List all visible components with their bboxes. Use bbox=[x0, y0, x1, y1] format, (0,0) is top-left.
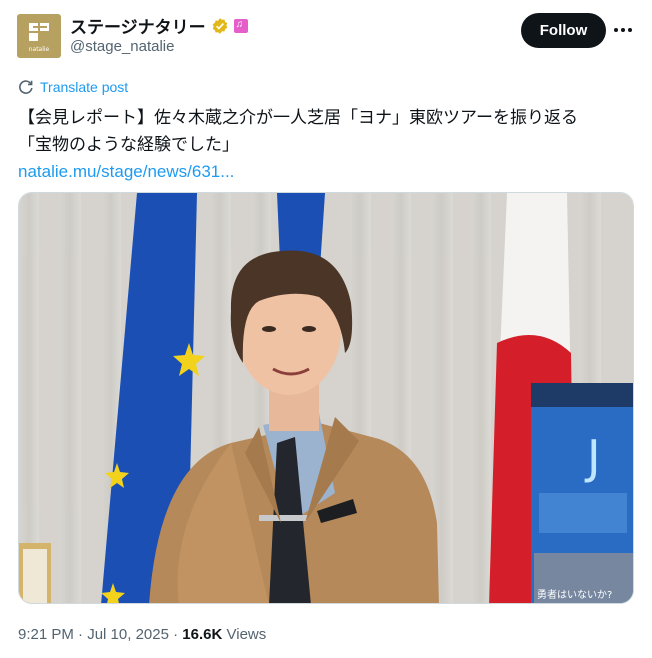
avatar[interactable]: natalie bbox=[17, 14, 61, 58]
post-line-2: 「宝物のような経験でした」 bbox=[18, 135, 239, 154]
poster-headline: J bbox=[584, 430, 601, 484]
post-line-1: 【会見レポート】佐々木蔵之介が一人芝居「ヨナ」東欧ツアーを振り返る bbox=[18, 108, 578, 127]
post-time[interactable]: 9:21 PM bbox=[18, 626, 74, 643]
views-label: Views bbox=[226, 626, 267, 643]
post-link[interactable]: natalie.mu/stage/news/631... bbox=[18, 158, 638, 185]
natalie-logo-icon bbox=[29, 23, 49, 41]
more-horizontal-icon[interactable] bbox=[614, 20, 636, 40]
avatar-label: natalie bbox=[28, 46, 50, 53]
post-meta: 9:21 PM · Jul 10, 2025 · 16.6K Views bbox=[18, 626, 266, 643]
translate-icon bbox=[19, 80, 33, 94]
photo-illustration: J 勇者はいないか? bbox=[19, 193, 633, 603]
verified-badge-icon[interactable] bbox=[211, 17, 229, 35]
display-name[interactable]: ステージナタリー bbox=[70, 13, 206, 38]
poster-tagline: 勇者はいないか? bbox=[537, 589, 612, 601]
post-text: 【会見レポート】佐々木蔵之介が一人芝居「ヨナ」東欧ツアーを振り返る 「宝物のよう… bbox=[18, 104, 638, 185]
translate-row[interactable]: Translate post bbox=[18, 79, 128, 95]
views-count: 16.6K bbox=[182, 626, 223, 643]
follow-button[interactable]: Follow bbox=[521, 13, 606, 48]
translate-link[interactable]: Translate post bbox=[40, 79, 128, 95]
affiliate-badge-icon[interactable] bbox=[233, 18, 248, 33]
meta-separator-2: · bbox=[173, 626, 179, 643]
meta-separator: · bbox=[78, 626, 84, 643]
post-date[interactable]: Jul 10, 2025 bbox=[87, 626, 169, 643]
post-photo[interactable]: J 勇者はいないか? bbox=[18, 192, 634, 604]
author-handle[interactable]: @stage_natalie bbox=[70, 38, 174, 55]
author-name-row: ステージナタリー bbox=[70, 13, 248, 38]
